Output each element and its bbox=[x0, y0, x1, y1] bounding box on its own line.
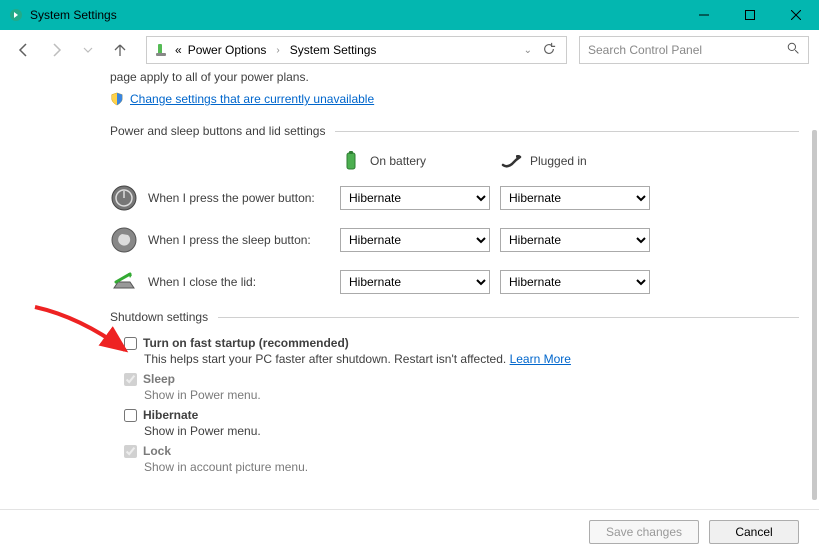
app-icon bbox=[8, 7, 24, 23]
cancel-button[interactable]: Cancel bbox=[709, 520, 799, 544]
address-dropdown-icon[interactable]: ⌄ bbox=[524, 45, 532, 56]
search-input[interactable]: Search Control Panel bbox=[579, 36, 809, 64]
chevron-right-icon[interactable]: › bbox=[272, 45, 283, 56]
scrollbar[interactable] bbox=[812, 130, 817, 500]
column-plugged-in: Plugged in bbox=[500, 150, 660, 172]
breadcrumb-item[interactable]: Power Options bbox=[188, 43, 267, 57]
row-label: When I close the lid: bbox=[148, 275, 256, 289]
address-icon bbox=[153, 42, 169, 58]
section-title: Shutdown settings bbox=[110, 310, 208, 324]
window-title: System Settings bbox=[30, 8, 681, 22]
address-bar[interactable]: « Power Options › System Settings ⌄ bbox=[146, 36, 567, 64]
save-changes-button[interactable]: Save changes bbox=[589, 520, 699, 544]
sleep-item: Sleep bbox=[124, 372, 799, 386]
row-label: When I press the power button: bbox=[148, 191, 315, 205]
breadcrumb-item[interactable]: System Settings bbox=[290, 43, 377, 57]
lid-icon bbox=[110, 268, 138, 296]
lock-desc: Show in account picture menu. bbox=[144, 460, 799, 474]
up-button[interactable] bbox=[106, 36, 134, 64]
footer: Save changes Cancel bbox=[0, 509, 819, 553]
change-settings-link[interactable]: Change settings that are currently unava… bbox=[130, 92, 374, 106]
recent-dropdown[interactable] bbox=[74, 36, 102, 64]
sleep-checkbox[interactable] bbox=[124, 373, 137, 386]
hibernate-checkbox[interactable] bbox=[124, 409, 137, 422]
row-close-lid: When I close the lid: Hibernate Hibernat… bbox=[110, 268, 799, 296]
truncated-text: page apply to all of your power plans. bbox=[110, 70, 799, 84]
hibernate-label: Hibernate bbox=[143, 408, 198, 422]
hibernate-desc: Show in Power menu. bbox=[144, 424, 799, 438]
breadcrumb-prefix: « bbox=[175, 43, 182, 57]
power-button-plugged-select[interactable]: Hibernate bbox=[500, 186, 650, 210]
sleep-button-plugged-select[interactable]: Hibernate bbox=[500, 228, 650, 252]
section-shutdown: Shutdown settings bbox=[110, 310, 799, 324]
lock-label: Lock bbox=[143, 444, 171, 458]
sleep-label: Sleep bbox=[143, 372, 175, 386]
shield-icon bbox=[110, 92, 124, 106]
titlebar: System Settings bbox=[0, 0, 819, 30]
search-icon bbox=[787, 42, 800, 58]
sleep-desc: Show in Power menu. bbox=[144, 388, 799, 402]
sleep-button-battery-select[interactable]: Hibernate bbox=[340, 228, 490, 252]
row-label: When I press the sleep button: bbox=[148, 233, 311, 247]
maximize-button[interactable] bbox=[727, 0, 773, 30]
fast-startup-checkbox[interactable] bbox=[124, 337, 137, 350]
learn-more-link[interactable]: Learn More bbox=[510, 352, 571, 366]
battery-icon bbox=[340, 150, 362, 172]
lock-checkbox[interactable] bbox=[124, 445, 137, 458]
fast-startup-item: Turn on fast startup (recommended) bbox=[124, 336, 799, 350]
back-button[interactable] bbox=[10, 36, 38, 64]
content-area: page apply to all of your power plans. C… bbox=[0, 70, 819, 507]
search-placeholder: Search Control Panel bbox=[588, 43, 787, 57]
column-on-battery: On battery bbox=[340, 150, 500, 172]
power-button-battery-select[interactable]: Hibernate bbox=[340, 186, 490, 210]
lid-battery-select[interactable]: Hibernate bbox=[340, 270, 490, 294]
fast-startup-label: Turn on fast startup (recommended) bbox=[143, 336, 349, 350]
close-button[interactable] bbox=[773, 0, 819, 30]
fast-startup-desc: This helps start your PC faster after sh… bbox=[144, 352, 799, 366]
sleep-button-icon bbox=[110, 226, 138, 254]
minimize-button[interactable] bbox=[681, 0, 727, 30]
lid-plugged-select[interactable]: Hibernate bbox=[500, 270, 650, 294]
row-power-button: When I press the power button: Hibernate… bbox=[110, 184, 799, 212]
power-button-icon bbox=[110, 184, 138, 212]
section-title: Power and sleep buttons and lid settings bbox=[110, 124, 325, 138]
hibernate-item: Hibernate bbox=[124, 408, 799, 422]
section-power-buttons: Power and sleep buttons and lid settings bbox=[110, 124, 799, 138]
forward-button[interactable] bbox=[42, 36, 70, 64]
row-sleep-button: When I press the sleep button: Hibernate… bbox=[110, 226, 799, 254]
lock-item: Lock bbox=[124, 444, 799, 458]
navbar: « Power Options › System Settings ⌄ Sear… bbox=[0, 30, 819, 70]
refresh-button[interactable] bbox=[538, 42, 560, 59]
plug-icon bbox=[500, 150, 522, 172]
